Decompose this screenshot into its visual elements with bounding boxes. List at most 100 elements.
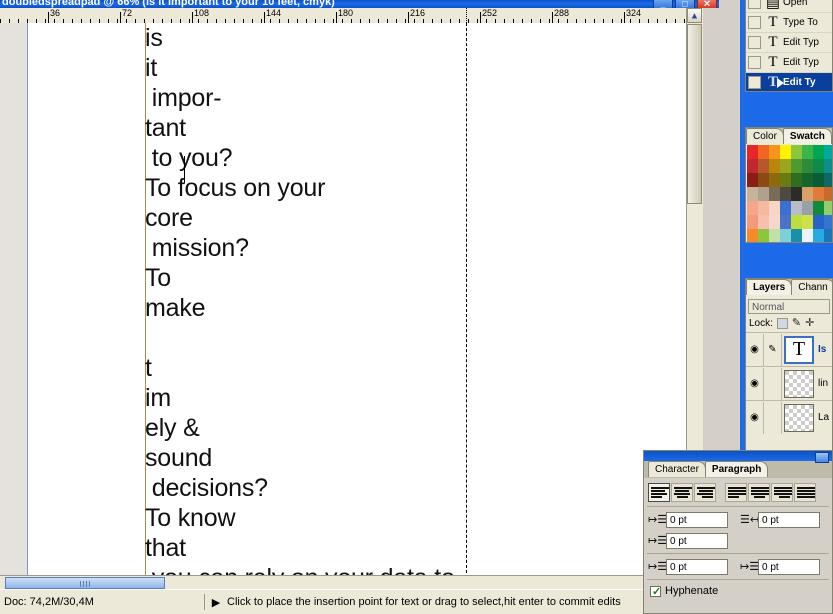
scroll-up-button[interactable]: ▲	[687, 8, 702, 23]
text-layer-icon[interactable]: T	[784, 335, 814, 364]
indent-first-line-field[interactable]: 0 pt	[666, 532, 728, 549]
color-swatch[interactable]	[747, 173, 758, 187]
layer-brush-icon[interactable]	[764, 367, 782, 400]
swatches-panel[interactable]: Color Swatch	[745, 127, 833, 243]
history-snapshot-checkbox[interactable]	[748, 16, 761, 29]
minimize-button[interactable]: _	[653, 0, 673, 8]
layer-brush-icon[interactable]: ✎	[764, 333, 782, 366]
color-swatch[interactable]	[802, 187, 813, 201]
transparent-thumb[interactable]	[784, 369, 814, 398]
color-swatch[interactable]	[758, 201, 769, 215]
swatches-panel-tabs[interactable]: Color Swatch	[746, 128, 832, 144]
lock-pixels-icon[interactable]: ✎	[792, 318, 801, 329]
paragraph-panel-minimize-button[interactable]	[815, 452, 829, 463]
color-swatch[interactable]	[802, 173, 813, 187]
color-swatch[interactable]	[780, 187, 791, 201]
history-state-row[interactable]: T Edit Typ	[746, 33, 832, 53]
hyphenate-row[interactable]: ✓ Hyphenate	[644, 582, 832, 600]
swatch-grid[interactable]	[746, 144, 832, 242]
color-swatch[interactable]	[758, 145, 769, 159]
color-swatch[interactable]	[769, 173, 780, 187]
canvas-area[interactable]: is it impor-tant to you? To focus on your c…	[0, 23, 703, 583]
color-swatch[interactable]	[747, 229, 758, 242]
color-swatch[interactable]	[758, 229, 769, 242]
hyphenate-checkbox[interactable]: ✓	[650, 585, 661, 598]
horizontal-scrollbar[interactable]	[0, 575, 703, 590]
color-swatch[interactable]	[780, 145, 791, 159]
tab-layers[interactable]: Layers	[746, 279, 793, 295]
blend-mode-select[interactable]: Normal	[748, 298, 830, 314]
align-center-button[interactable]	[671, 483, 693, 502]
color-swatch[interactable]	[769, 215, 780, 229]
layers-panel-tabs[interactable]: Layers Chann	[746, 279, 832, 295]
layers-panel[interactable]: Layers Chann Normal Lock: ✎ ✛ ◉ ✎ T Is ◉ lin ◉ L…	[745, 278, 833, 453]
color-swatch[interactable]	[758, 173, 769, 187]
color-swatch[interactable]	[758, 159, 769, 173]
color-swatch[interactable]	[780, 201, 791, 215]
history-snapshot-checkbox[interactable]	[748, 36, 761, 49]
color-swatch[interactable]	[780, 215, 791, 229]
maximize-button[interactable]: □	[675, 0, 695, 8]
color-swatch[interactable]	[780, 229, 791, 242]
tab-chann[interactable]: Chann	[791, 279, 832, 295]
lock-transparent-icon[interactable]	[776, 318, 788, 329]
indent-right-field[interactable]: 0 pt	[758, 511, 820, 528]
layer-rows[interactable]: ◉ ✎ T Is ◉ lin ◉ La	[746, 332, 832, 434]
color-swatch[interactable]	[791, 145, 802, 159]
color-swatch[interactable]	[802, 159, 813, 173]
color-swatch[interactable]	[769, 187, 780, 201]
indent-left-field[interactable]: 0 pt	[666, 511, 728, 528]
layer-row[interactable]: ◉ lin	[746, 366, 832, 400]
history-state-row[interactable]: T Type To	[746, 13, 832, 33]
space-after-field[interactable]: 0 pt	[758, 558, 820, 575]
color-swatch[interactable]	[791, 159, 802, 173]
layer-row[interactable]: ◉ ✎ T Is	[746, 332, 832, 366]
color-swatch[interactable]	[824, 229, 832, 242]
layer-brush-icon[interactable]	[764, 401, 782, 434]
transparent-thumb[interactable]	[784, 403, 814, 432]
tab-color[interactable]: Color	[746, 128, 784, 144]
color-swatch[interactable]	[769, 201, 780, 215]
color-swatch[interactable]	[802, 145, 813, 159]
color-swatch[interactable]	[791, 229, 802, 242]
justify-last-right-button[interactable]	[771, 483, 793, 502]
color-swatch[interactable]	[780, 159, 791, 173]
history-snapshot-checkbox[interactable]	[748, 56, 761, 69]
justify-last-center-button[interactable]	[748, 483, 770, 502]
space-before-field[interactable]: 0 pt	[666, 558, 728, 575]
history-panel[interactable]: ▤ Open T Type To T Edit Typ T Edit Typ T Edit Ty	[745, 0, 833, 92]
color-swatch[interactable]	[824, 201, 832, 215]
color-swatch[interactable]	[824, 187, 832, 201]
color-swatch[interactable]	[758, 215, 769, 229]
color-swatch[interactable]	[791, 215, 802, 229]
tab-swatch[interactable]: Swatch	[782, 128, 832, 144]
color-swatch[interactable]	[802, 201, 813, 215]
color-swatch[interactable]	[791, 201, 802, 215]
color-swatch[interactable]	[813, 187, 824, 201]
document-titlebar[interactable]: doubledspreadpad @ 66% (is it important …	[0, 0, 719, 8]
align-right-button[interactable]	[694, 483, 716, 502]
layer-visibility-eye-icon[interactable]: ◉	[746, 333, 764, 366]
color-swatch[interactable]	[769, 145, 780, 159]
color-swatch[interactable]	[791, 187, 802, 201]
history-state-row[interactable]: T Edit Ty	[746, 73, 832, 91]
color-swatch[interactable]	[747, 145, 758, 159]
color-swatch[interactable]	[824, 173, 832, 187]
color-swatch[interactable]	[824, 159, 832, 173]
history-snapshot-checkbox[interactable]	[748, 76, 761, 89]
color-swatch[interactable]	[813, 201, 824, 215]
paragraph-panel-tabs[interactable]: Character Paragraph	[644, 461, 832, 478]
horizontal-ruler[interactable]: 36 72 108 144 180 216 252 288 324	[0, 8, 703, 24]
color-swatch[interactable]	[824, 145, 832, 159]
vertical-scroll-thumb[interactable]	[687, 24, 702, 204]
justify-all-button[interactable]	[794, 483, 816, 502]
color-swatch[interactable]	[802, 229, 813, 242]
color-swatch[interactable]	[758, 187, 769, 201]
color-swatch[interactable]	[824, 215, 832, 229]
close-button[interactable]: ✕	[697, 0, 717, 8]
history-state-row[interactable]: ▤ Open	[746, 0, 832, 13]
color-swatch[interactable]	[813, 145, 824, 159]
lock-position-icon[interactable]: ✛	[805, 318, 814, 329]
text-content[interactable]: is it impor-tant to you? To focus on your c…	[145, 23, 475, 583]
color-swatch[interactable]	[813, 173, 824, 187]
